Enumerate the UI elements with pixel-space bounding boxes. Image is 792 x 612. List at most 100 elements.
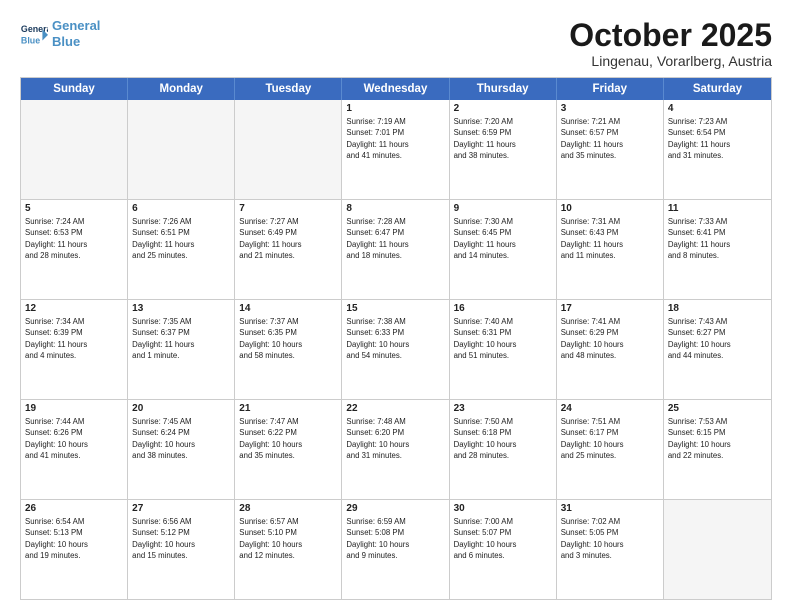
cell-info: Sunrise: 7:41 AM Sunset: 6:29 PM Dayligh…	[561, 316, 659, 361]
day-number: 31	[561, 503, 659, 514]
cell-info: Sunrise: 7:00 AM Sunset: 5:07 PM Dayligh…	[454, 516, 552, 561]
cell-info: Sunrise: 7:19 AM Sunset: 7:01 PM Dayligh…	[346, 116, 444, 161]
weekday-header-thursday: Thursday	[450, 78, 557, 100]
cell-info: Sunrise: 7:21 AM Sunset: 6:57 PM Dayligh…	[561, 116, 659, 161]
day-number: 13	[132, 303, 230, 314]
day-number: 3	[561, 103, 659, 114]
cal-cell-day-29: 29 Sunrise: 6:59 AM Sunset: 5:08 PM Dayli…	[342, 500, 449, 599]
day-number: 25	[668, 403, 767, 414]
day-number: 24	[561, 403, 659, 414]
weekday-header-monday: Monday	[128, 78, 235, 100]
day-number: 15	[346, 303, 444, 314]
weekday-header-friday: Friday	[557, 78, 664, 100]
cell-info: Sunrise: 7:24 AM Sunset: 6:53 PM Dayligh…	[25, 216, 123, 261]
day-number: 16	[454, 303, 552, 314]
cal-cell-day-25: 25 Sunrise: 7:53 AM Sunset: 6:15 PM Dayli…	[664, 400, 771, 499]
day-number: 19	[25, 403, 123, 414]
weekday-header-tuesday: Tuesday	[235, 78, 342, 100]
cell-info: Sunrise: 7:47 AM Sunset: 6:22 PM Dayligh…	[239, 416, 337, 461]
cell-info: Sunrise: 7:48 AM Sunset: 6:20 PM Dayligh…	[346, 416, 444, 461]
cal-cell-empty	[21, 100, 128, 199]
cell-info: Sunrise: 7:27 AM Sunset: 6:49 PM Dayligh…	[239, 216, 337, 261]
cell-info: Sunrise: 7:40 AM Sunset: 6:31 PM Dayligh…	[454, 316, 552, 361]
cal-cell-day-20: 20Sunrise: 7:45 AM Sunset: 6:24 PM Dayli…	[128, 400, 235, 499]
cell-info: Sunrise: 7:38 AM Sunset: 6:33 PM Dayligh…	[346, 316, 444, 361]
title-block: October 2025 Lingenau, Vorarlberg, Austr…	[569, 18, 772, 69]
day-number: 12	[25, 303, 123, 314]
cal-cell-day-5: 5 Sunrise: 7:24 AM Sunset: 6:53 PM Daylig…	[21, 200, 128, 299]
cell-info: Sunrise: 7:30 AM Sunset: 6:45 PM Dayligh…	[454, 216, 552, 261]
logo-text: General Blue	[52, 18, 100, 49]
cal-cell-day-28: 28 Sunrise: 6:57 AM Sunset: 5:10 PM Dayli…	[235, 500, 342, 599]
cal-cell-day-27: 27Sunrise: 6:56 AM Sunset: 5:12 PM Dayli…	[128, 500, 235, 599]
cal-cell-day-1: 1 Sunrise: 7:19 AM Sunset: 7:01 PM Daylig…	[342, 100, 449, 199]
day-number: 29	[346, 503, 444, 514]
month-title: October 2025	[569, 18, 772, 53]
day-number: 22	[346, 403, 444, 414]
cal-cell-day-7: 7 Sunrise: 7:27 AM Sunset: 6:49 PM Daylig…	[235, 200, 342, 299]
cal-cell-day-8: 8 Sunrise: 7:28 AM Sunset: 6:47 PM Daylig…	[342, 200, 449, 299]
cal-row-3: 19 Sunrise: 7:44 AM Sunset: 6:26 PM Dayli…	[21, 400, 771, 500]
cal-row-1: 5 Sunrise: 7:24 AM Sunset: 6:53 PM Daylig…	[21, 200, 771, 300]
cal-cell-day-11: 11Sunrise: 7:33 AM Sunset: 6:41 PM Dayli…	[664, 200, 771, 299]
location: Lingenau, Vorarlberg, Austria	[569, 53, 772, 69]
logo-line2: Blue	[52, 34, 80, 49]
cal-row-4: 26Sunrise: 6:54 AM Sunset: 5:13 PM Dayli…	[21, 500, 771, 599]
day-number: 4	[668, 103, 767, 114]
cal-cell-day-6: 6Sunrise: 7:26 AM Sunset: 6:51 PM Daylig…	[128, 200, 235, 299]
day-number: 18	[668, 303, 767, 314]
day-number: 10	[561, 203, 659, 214]
cell-info: Sunrise: 6:59 AM Sunset: 5:08 PM Dayligh…	[346, 516, 444, 561]
day-number: 8	[346, 203, 444, 214]
cal-cell-day-18: 18 Sunrise: 7:43 AM Sunset: 6:27 PM Dayli…	[664, 300, 771, 399]
day-number: 27	[132, 503, 230, 514]
day-number: 21	[239, 403, 337, 414]
day-number: 30	[454, 503, 552, 514]
cal-cell-day-12: 12 Sunrise: 7:34 AM Sunset: 6:39 PM Dayli…	[21, 300, 128, 399]
cal-cell-day-4: 4 Sunrise: 7:23 AM Sunset: 6:54 PM Daylig…	[664, 100, 771, 199]
cell-info: Sunrise: 7:44 AM Sunset: 6:26 PM Dayligh…	[25, 416, 123, 461]
logo-icon: General Blue	[20, 20, 48, 48]
day-number: 23	[454, 403, 552, 414]
cell-info: Sunrise: 7:33 AM Sunset: 6:41 PM Dayligh…	[668, 216, 767, 261]
cal-cell-day-19: 19 Sunrise: 7:44 AM Sunset: 6:26 PM Dayli…	[21, 400, 128, 499]
cell-info: Sunrise: 7:02 AM Sunset: 5:05 PM Dayligh…	[561, 516, 659, 561]
cal-cell-empty	[128, 100, 235, 199]
cell-info: Sunrise: 7:50 AM Sunset: 6:18 PM Dayligh…	[454, 416, 552, 461]
calendar: SundayMondayTuesdayWednesdayThursdayFrid…	[20, 77, 772, 600]
cell-info: Sunrise: 7:51 AM Sunset: 6:17 PM Dayligh…	[561, 416, 659, 461]
cal-row-2: 12 Sunrise: 7:34 AM Sunset: 6:39 PM Dayli…	[21, 300, 771, 400]
cell-info: Sunrise: 7:45 AM Sunset: 6:24 PM Dayligh…	[132, 416, 230, 461]
day-number: 9	[454, 203, 552, 214]
cal-cell-day-9: 9 Sunrise: 7:30 AM Sunset: 6:45 PM Daylig…	[450, 200, 557, 299]
cal-cell-day-16: 16 Sunrise: 7:40 AM Sunset: 6:31 PM Dayli…	[450, 300, 557, 399]
cell-info: Sunrise: 7:37 AM Sunset: 6:35 PM Dayligh…	[239, 316, 337, 361]
cal-cell-empty	[664, 500, 771, 599]
cell-info: Sunrise: 7:34 AM Sunset: 6:39 PM Dayligh…	[25, 316, 123, 361]
cell-info: Sunrise: 6:54 AM Sunset: 5:13 PM Dayligh…	[25, 516, 123, 561]
cell-info: Sunrise: 7:20 AM Sunset: 6:59 PM Dayligh…	[454, 116, 552, 161]
day-number: 7	[239, 203, 337, 214]
page: General Blue General Blue October 2025 L…	[0, 0, 792, 612]
day-number: 28	[239, 503, 337, 514]
cell-info: Sunrise: 7:31 AM Sunset: 6:43 PM Dayligh…	[561, 216, 659, 261]
logo-line1: General	[52, 18, 100, 33]
logo: General Blue General Blue	[20, 18, 100, 49]
cal-cell-day-22: 22 Sunrise: 7:48 AM Sunset: 6:20 PM Dayli…	[342, 400, 449, 499]
cal-cell-day-24: 24 Sunrise: 7:51 AM Sunset: 6:17 PM Dayli…	[557, 400, 664, 499]
cell-info: Sunrise: 6:57 AM Sunset: 5:10 PM Dayligh…	[239, 516, 337, 561]
cal-cell-day-3: 3 Sunrise: 7:21 AM Sunset: 6:57 PM Daylig…	[557, 100, 664, 199]
cell-info: Sunrise: 7:23 AM Sunset: 6:54 PM Dayligh…	[668, 116, 767, 161]
cal-cell-day-13: 13 Sunrise: 7:35 AM Sunset: 6:37 PM Dayli…	[128, 300, 235, 399]
cell-info: Sunrise: 7:53 AM Sunset: 6:15 PM Dayligh…	[668, 416, 767, 461]
cal-cell-day-14: 14Sunrise: 7:37 AM Sunset: 6:35 PM Dayli…	[235, 300, 342, 399]
cell-info: Sunrise: 7:43 AM Sunset: 6:27 PM Dayligh…	[668, 316, 767, 361]
cell-info: Sunrise: 7:35 AM Sunset: 6:37 PM Dayligh…	[132, 316, 230, 361]
cal-cell-day-23: 23 Sunrise: 7:50 AM Sunset: 6:18 PM Dayli…	[450, 400, 557, 499]
day-number: 2	[454, 103, 552, 114]
day-number: 6	[132, 203, 230, 214]
day-number: 5	[25, 203, 123, 214]
cell-info: Sunrise: 7:28 AM Sunset: 6:47 PM Dayligh…	[346, 216, 444, 261]
cal-cell-day-17: 17Sunrise: 7:41 AM Sunset: 6:29 PM Dayli…	[557, 300, 664, 399]
day-number: 1	[346, 103, 444, 114]
